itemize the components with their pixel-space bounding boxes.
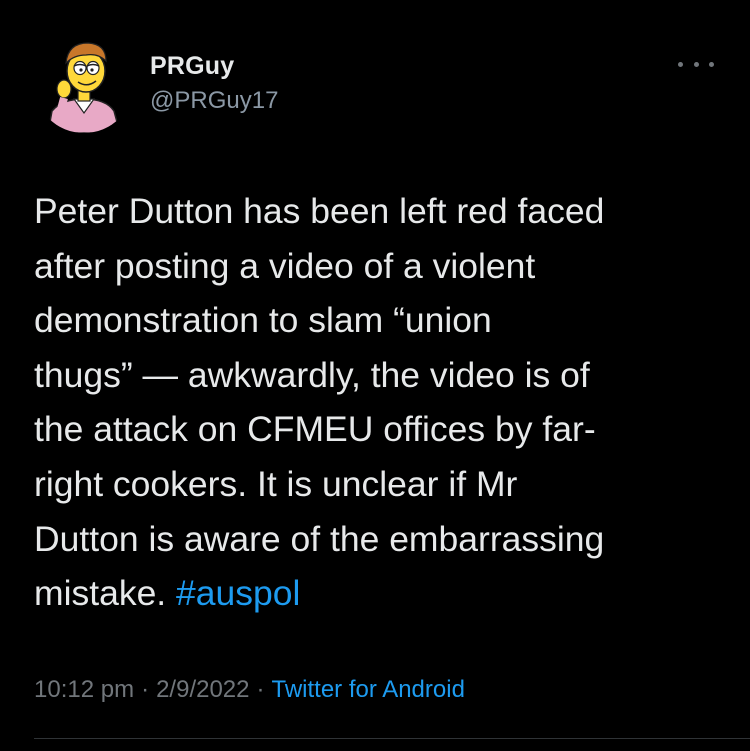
tweet-text-line: thugs” — awkwardly, the video is of [34,354,590,395]
tweet-text-line: Dutton is aware of the embarrassing [34,518,605,559]
tweet-time[interactable]: 10:12 pm [34,676,134,703]
dot [693,61,699,67]
tweet-text: Peter Dutton has been left red faced aft… [34,184,724,621]
tweet-date[interactable]: 2/9/2022 [156,676,249,703]
avatar[interactable] [34,33,134,133]
tweet: PRGuy @PRGuy17 Peter Dutton has been lef… [0,0,750,751]
tweet-text-line: Peter Dutton has been left red faced [34,191,605,231]
author-handle[interactable]: @PRGuy17 [150,87,278,115]
tweet-text-line: the attack on CFMEU offices by far- [34,409,596,450]
separator: · [141,676,150,703]
tweet-text-line: right cookers. It is unclear if Mr [34,463,518,504]
hashtag-link[interactable]: #auspol [176,573,300,613]
tweet-meta: 10:12 pm · 2/9/2022 · Twitter for Android [34,676,465,704]
tweet-text-line: demonstration to slam “union [34,300,492,341]
tweet-text-line: mistake. [34,573,167,614]
tweet-text-last-line: mistake. #auspol [34,566,724,621]
dot [709,61,714,67]
dot [678,61,683,67]
tweet-source-link[interactable]: Twitter for Android [272,676,465,703]
separator: · [256,676,265,703]
divider [34,738,750,739]
more-options-icon[interactable] [678,54,714,74]
cartoon-character-avatar-icon [47,42,121,133]
author-name[interactable]: PRGuy [150,52,234,81]
tweet-text-line: after posting a video of a violent [34,245,536,286]
